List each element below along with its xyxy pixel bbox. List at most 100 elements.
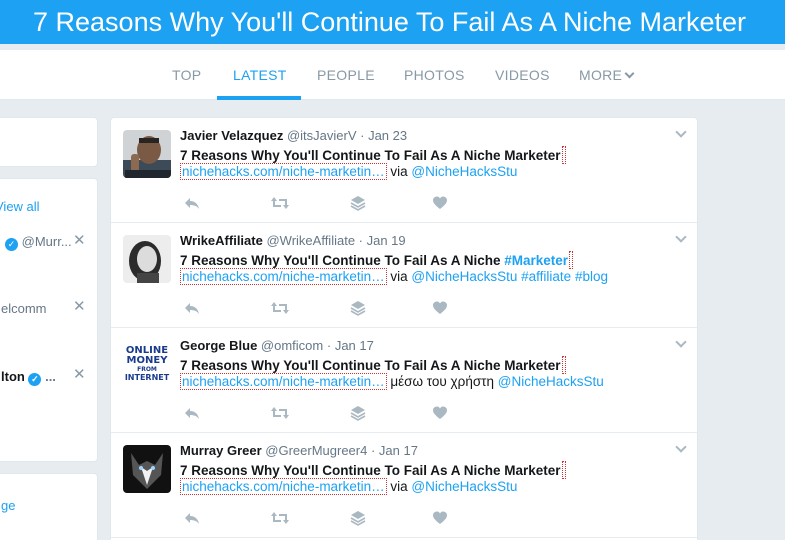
layers-icon[interactable] (350, 510, 366, 526)
trends-link[interactable]: ge (1, 498, 15, 513)
suggestion-2-name[interactable]: elcomm (1, 301, 47, 316)
tweet-date[interactable]: · Jan 19 (359, 233, 406, 248)
tweet-date[interactable]: · Jan 17 (327, 338, 374, 353)
heart-icon[interactable] (432, 195, 448, 211)
tab-people[interactable]: PEOPLE (317, 67, 375, 83)
avatar[interactable]: ONLINE MONEY FROM INTERNET (123, 340, 171, 388)
reply-icon[interactable] (184, 195, 200, 211)
avatar-text-3: FROM (137, 366, 157, 373)
author-handle[interactable]: @GreerMugreer4 (265, 443, 367, 458)
suggestion-1[interactable]: ✓ @Murr... (5, 234, 72, 251)
tweet-text-body: 7 Reasons Why You'll Continue To Fail As… (180, 358, 561, 373)
author-name[interactable]: WrikeAffiliate (180, 233, 263, 248)
mention-link[interactable]: @NicheHacksStu (411, 269, 517, 284)
suggestion-3-name: lton (1, 369, 25, 384)
hashtag-links[interactable]: #affiliate #blog (521, 269, 608, 284)
verified-icon: ✓ (5, 238, 18, 251)
text-marker (569, 251, 574, 269)
mention-link[interactable]: @NicheHacksStu (498, 374, 604, 389)
tweet-text: 7 Reasons Why You'll Continue To Fail As… (180, 251, 574, 269)
tab-videos[interactable]: VIDEOS (495, 67, 550, 83)
tweet-actions (184, 195, 484, 211)
retweet-icon[interactable] (270, 510, 290, 526)
author-name[interactable]: Javier Velazquez (180, 128, 283, 143)
via-text: via (390, 479, 408, 494)
mention-link[interactable]: @NicheHacksStu (411, 164, 517, 179)
dismiss-suggestion-1-icon[interactable]: ✕ (73, 231, 86, 249)
verified-icon: ✓ (28, 373, 42, 386)
tweet-item[interactable]: Javier Velazquez @itsJavierV · Jan 23 7 … (111, 118, 697, 223)
tweet-header: George Blue @omficom · Jan 17 (180, 338, 374, 353)
chevron-down-icon (624, 68, 635, 79)
chevron-down-icon[interactable] (675, 441, 687, 453)
profile-card (0, 117, 98, 167)
author-handle[interactable]: @itsJavierV (287, 128, 357, 143)
chevron-down-icon[interactable] (675, 126, 687, 138)
text-marker (561, 356, 566, 374)
retweet-icon[interactable] (270, 195, 290, 211)
mention-link[interactable]: @NicheHacksStu (411, 479, 517, 494)
tweet-link-line: nichehacks.com/niche-marketin… μέσω του … (180, 373, 604, 390)
reply-icon[interactable] (184, 300, 200, 316)
tweet-link[interactable]: nichehacks.com/niche-marketin… (180, 163, 387, 180)
suggestion-3[interactable]: lton ✓ ... (1, 369, 56, 386)
who-to-follow-card: View all ✓ @Murr... ✕ elcomm ✕ lton ✓ ..… (0, 178, 98, 462)
reply-icon[interactable] (184, 510, 200, 526)
author-name[interactable]: Murray Greer (180, 443, 262, 458)
heart-icon[interactable] (432, 405, 448, 421)
tweet-header: Javier Velazquez @itsJavierV · Jan 23 (180, 128, 407, 143)
layers-icon[interactable] (350, 195, 366, 211)
search-title-bar: 7 Reasons Why You'll Continue To Fail As… (0, 0, 785, 44)
author-name[interactable]: George Blue (180, 338, 257, 353)
dismiss-suggestion-3-icon[interactable]: ✕ (73, 365, 86, 383)
heart-icon[interactable] (432, 300, 448, 316)
tweet-link[interactable]: nichehacks.com/niche-marketin… (180, 373, 387, 390)
retweet-icon[interactable] (270, 405, 290, 421)
retweet-icon[interactable] (270, 300, 290, 316)
tweet-date[interactable]: · Jan 23 (360, 128, 407, 143)
tab-more[interactable]: MORE (579, 67, 635, 83)
page-title: 7 Reasons Why You'll Continue To Fail As… (33, 7, 747, 37)
tweet-text-body: 7 Reasons Why You'll Continue To Fail As… (180, 463, 561, 478)
tweet-link-line: nichehacks.com/niche-marketin… via @Nich… (180, 478, 517, 495)
tweet-stream: Javier Velazquez @itsJavierV · Jan 23 7 … (110, 117, 698, 540)
tweet-link-line: nichehacks.com/niche-marketin… via @Nich… (180, 163, 517, 180)
author-handle[interactable]: @omficom (261, 338, 323, 353)
tweet-actions (184, 300, 484, 316)
layers-icon[interactable] (350, 300, 366, 316)
tweet-item[interactable]: ONLINE MONEY FROM INTERNET George Blue @… (111, 328, 697, 433)
suggestion-3-more: ... (45, 369, 56, 384)
heart-icon[interactable] (432, 510, 448, 526)
reply-icon[interactable] (184, 405, 200, 421)
avatar[interactable] (123, 445, 171, 493)
view-all-link[interactable]: View all (0, 199, 40, 214)
via-text: μέσω του χρήστη (390, 374, 495, 389)
tweet-link-line: nichehacks.com/niche-marketin… via @Nich… (180, 268, 608, 285)
tweet-header: WrikeAffiliate @WrikeAffiliate · Jan 19 (180, 233, 406, 248)
hashtag-link[interactable]: #Marketer (504, 253, 568, 268)
chevron-down-icon[interactable] (675, 336, 687, 348)
search-nav: TOP LATEST PEOPLE PHOTOS VIDEOS MORE (0, 50, 785, 100)
tweet-text: 7 Reasons Why You'll Continue To Fail As… (180, 356, 566, 374)
tweet-text-body: 7 Reasons Why You'll Continue To Fail As… (180, 253, 505, 268)
tweet-item[interactable]: Murray Greer @GreerMugreer4 · Jan 17 7 R… (111, 433, 697, 538)
tweet-link[interactable]: nichehacks.com/niche-marketin… (180, 478, 387, 495)
tab-more-label: MORE (579, 67, 623, 83)
tab-top[interactable]: TOP (172, 67, 201, 83)
trends-card: ge (0, 473, 98, 540)
dismiss-suggestion-2-icon[interactable]: ✕ (73, 297, 86, 315)
tab-photos[interactable]: PHOTOS (404, 67, 465, 83)
chevron-down-icon[interactable] (675, 231, 687, 243)
avatar-text-4: INTERNET (124, 373, 170, 382)
tweet-item[interactable]: WrikeAffiliate @WrikeAffiliate · Jan 19 … (111, 223, 697, 328)
tab-latest[interactable]: LATEST (233, 67, 287, 83)
tweet-header: Murray Greer @GreerMugreer4 · Jan 17 (180, 443, 418, 458)
tweet-actions (184, 510, 484, 526)
avatar[interactable] (123, 130, 171, 178)
layers-icon[interactable] (350, 405, 366, 421)
avatar[interactable] (123, 235, 171, 283)
author-handle[interactable]: @WrikeAffiliate (266, 233, 355, 248)
tweet-link[interactable]: nichehacks.com/niche-marketin… (180, 268, 387, 285)
via-text: via (390, 269, 408, 284)
tweet-date[interactable]: · Jan 17 (371, 443, 418, 458)
